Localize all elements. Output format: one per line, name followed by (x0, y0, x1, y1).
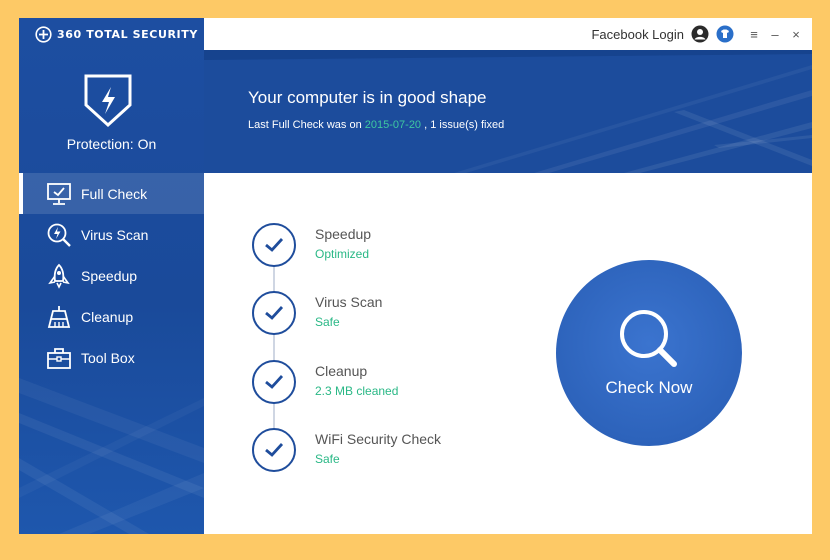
magnifier-icon (620, 310, 677, 367)
last-check-info: Last Full Check was on 2015-07-20 , 1 is… (248, 119, 504, 131)
check-now-label: Check Now (605, 378, 693, 397)
monitor-check-icon (45, 180, 73, 208)
check-now-button[interactable]: Check Now (556, 260, 742, 446)
shield-icon (84, 74, 132, 128)
user-avatar-icon[interactable] (691, 25, 709, 43)
virus-scan-icon (45, 221, 73, 249)
sidebar-item-label: Virus Scan (81, 226, 149, 243)
check-results-list: Speedup Optimized Virus Scan Safe Cleanu… (252, 223, 522, 483)
logo-icon (35, 25, 52, 43)
sidebar-item-label: Full Check (81, 185, 148, 202)
checkmark-icon (252, 291, 296, 335)
sidebar-item-label: Cleanup (81, 308, 134, 325)
check-status: Safe (315, 315, 340, 329)
last-check-date[interactable]: 2015-07-20 (365, 119, 421, 131)
sidebar-item-tool-box[interactable]: Tool Box (19, 337, 204, 378)
check-item-speedup: Speedup Optimized (252, 223, 522, 273)
sidebar-item-cleanup[interactable]: Cleanup (19, 296, 204, 337)
close-button[interactable]: × (788, 26, 804, 42)
brand-logo: 360 TOTAL SECURITY (35, 25, 198, 43)
last-check-prefix: Last Full Check was on (248, 119, 365, 131)
check-name: WiFi Security Check (315, 431, 442, 447)
check-name: Virus Scan (315, 294, 383, 310)
check-item-cleanup: Cleanup 2.3 MB cleaned (252, 360, 522, 410)
toolbox-icon (45, 344, 73, 372)
check-name: Speedup (315, 226, 372, 242)
sidebar-nav: Full Check Virus Scan Speedup Cleanup To… (19, 173, 204, 378)
checkmark-icon (252, 428, 296, 472)
menu-button[interactable]: ≡ (746, 26, 762, 42)
check-status: Safe (315, 452, 340, 466)
check-item-wifi-security: WiFi Security Check Safe (252, 428, 522, 478)
last-check-suffix: , 1 issue(s) fixed (421, 119, 505, 131)
timeline-line (273, 243, 275, 453)
sidebar-item-speedup[interactable]: Speedup (19, 255, 204, 296)
checkmark-icon (252, 360, 296, 404)
brand-name: 360 TOTAL SECURITY (57, 27, 198, 41)
sidebar-item-virus-scan[interactable]: Virus Scan (19, 214, 204, 255)
status-banner: Your computer is in good shape Last Full… (204, 50, 812, 173)
banner-decoration (204, 50, 812, 173)
status-title: Your computer is in good shape (248, 88, 487, 107)
sidebar-item-full-check[interactable]: Full Check (19, 173, 204, 214)
sidebar-item-label: Speedup (81, 267, 138, 284)
protection-status: Protection: On (66, 136, 157, 152)
rocket-icon (45, 262, 73, 290)
broom-icon (45, 303, 73, 331)
sidebar-item-label: Tool Box (81, 349, 135, 366)
check-status: 2.3 MB cleaned (315, 384, 399, 398)
check-item-virus-scan: Virus Scan Safe (252, 291, 522, 341)
check-name: Cleanup (315, 363, 368, 379)
checkmark-icon (252, 223, 296, 267)
facebook-login-link[interactable]: Facebook Login (591, 27, 684, 42)
app-window: 360 TOTAL SECURITY Protection: On Full C… (19, 18, 812, 534)
title-bar: Facebook Login ≡ – × (204, 18, 812, 50)
check-status: Optimized (315, 247, 370, 261)
sidebar: 360 TOTAL SECURITY Protection: On Full C… (19, 18, 204, 534)
skin-shirt-icon[interactable] (716, 25, 734, 43)
minimize-button[interactable]: – (767, 26, 783, 42)
